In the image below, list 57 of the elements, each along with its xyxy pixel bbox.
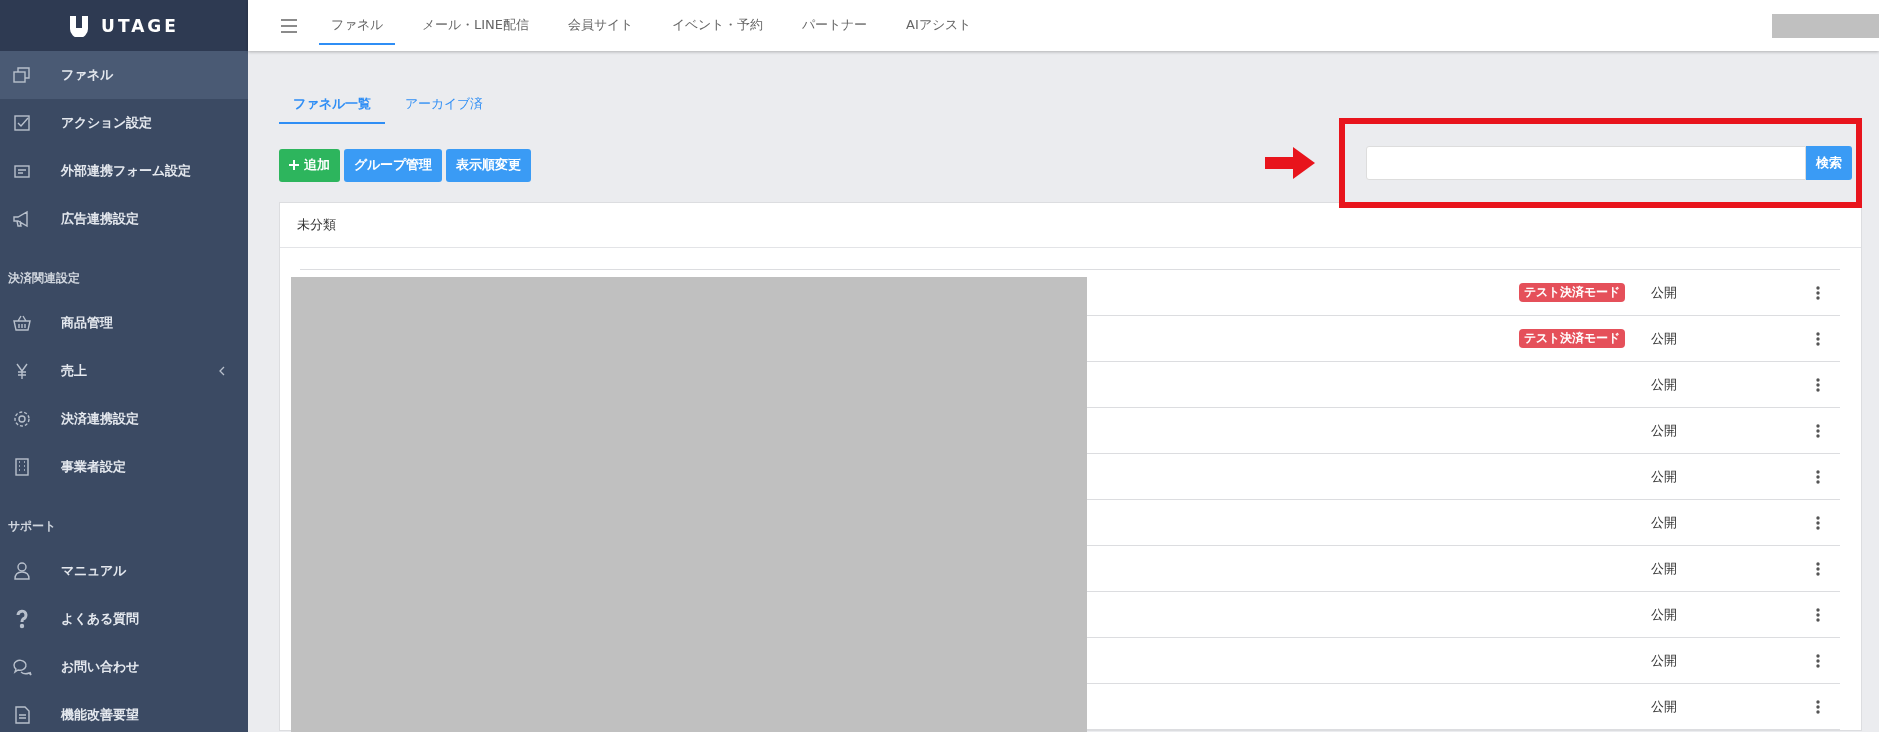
sidebar-item[interactable]: 決済連携設定 [0, 395, 248, 443]
plus-icon [289, 160, 299, 170]
group-title: 未分類 [280, 203, 1861, 248]
logo-text: UTAGE [101, 15, 179, 36]
more-options-icon[interactable] [1816, 561, 1820, 576]
status-text: 公開 [1650, 605, 1678, 624]
nav-tab[interactable]: AIアシスト [894, 6, 983, 45]
person-icon [12, 561, 32, 581]
menu-icon[interactable] [281, 18, 297, 33]
more-options-icon[interactable] [1816, 285, 1820, 300]
nav-tab[interactable]: ファネル [319, 6, 395, 45]
sidebar-item[interactable]: 売上 [0, 347, 248, 395]
nav-tab[interactable]: イベント・予約 [660, 6, 775, 45]
status-text: 公開 [1650, 559, 1678, 578]
more-options-icon[interactable] [1816, 377, 1820, 392]
status-text: 公開 [1650, 283, 1678, 302]
more-options-icon[interactable] [1816, 699, 1820, 714]
status-text: 公開 [1650, 697, 1678, 716]
sidebar-item[interactable]: ファネル [0, 51, 248, 99]
checklist-icon [12, 113, 32, 133]
sidebar-item[interactable]: 広告連携設定 [0, 195, 248, 243]
chat-icon [12, 657, 32, 677]
section-heading: 決済関連設定 [7, 270, 81, 287]
status-text: 公開 [1650, 651, 1678, 670]
more-options-icon[interactable] [1816, 331, 1820, 346]
more-options-icon[interactable] [1816, 515, 1820, 530]
section-heading: サポート [7, 518, 57, 535]
nav-tab[interactable]: 会員サイト [556, 6, 645, 45]
sidebar-item[interactable]: 商品管理 [0, 299, 248, 347]
sidebar-item[interactable]: アクション設定 [0, 99, 248, 147]
sidebar-item[interactable]: よくある質問 [0, 595, 248, 643]
gear-icon [12, 409, 32, 429]
sidebar-item[interactable]: 外部連携フォーム設定 [0, 147, 248, 195]
test-mode-badge: テスト決済モード [1519, 283, 1625, 302]
search-field[interactable] [1366, 146, 1806, 180]
more-options-icon[interactable] [1816, 607, 1820, 622]
status-text: 公開 [1650, 467, 1678, 486]
more-options-icon[interactable] [1816, 423, 1820, 438]
building-icon [12, 457, 32, 477]
logo-icon [69, 14, 90, 37]
more-options-icon[interactable] [1816, 469, 1820, 484]
sidebar-item[interactable]: 機能改善要望 [0, 691, 248, 732]
sidebar-item[interactable]: お問い合わせ [0, 643, 248, 691]
sidebar-item[interactable]: 事業者設定 [0, 443, 248, 491]
document-icon [12, 705, 32, 725]
arrow-annotation [1265, 147, 1315, 179]
basket-icon [12, 313, 32, 333]
status-text: 公開 [1650, 375, 1678, 394]
nav-tab[interactable]: メール・LINE配信 [410, 6, 541, 45]
nav-tab[interactable]: パートナー [790, 6, 879, 45]
test-mode-badge: テスト決済モード [1519, 329, 1625, 348]
status-text: 公開 [1650, 329, 1678, 348]
sidebar-item[interactable]: マニュアル [0, 547, 248, 595]
status-text: 公開 [1650, 513, 1678, 532]
more-options-icon[interactable] [1816, 653, 1820, 668]
windows-icon [12, 65, 32, 85]
status-text: 公開 [1650, 421, 1678, 440]
